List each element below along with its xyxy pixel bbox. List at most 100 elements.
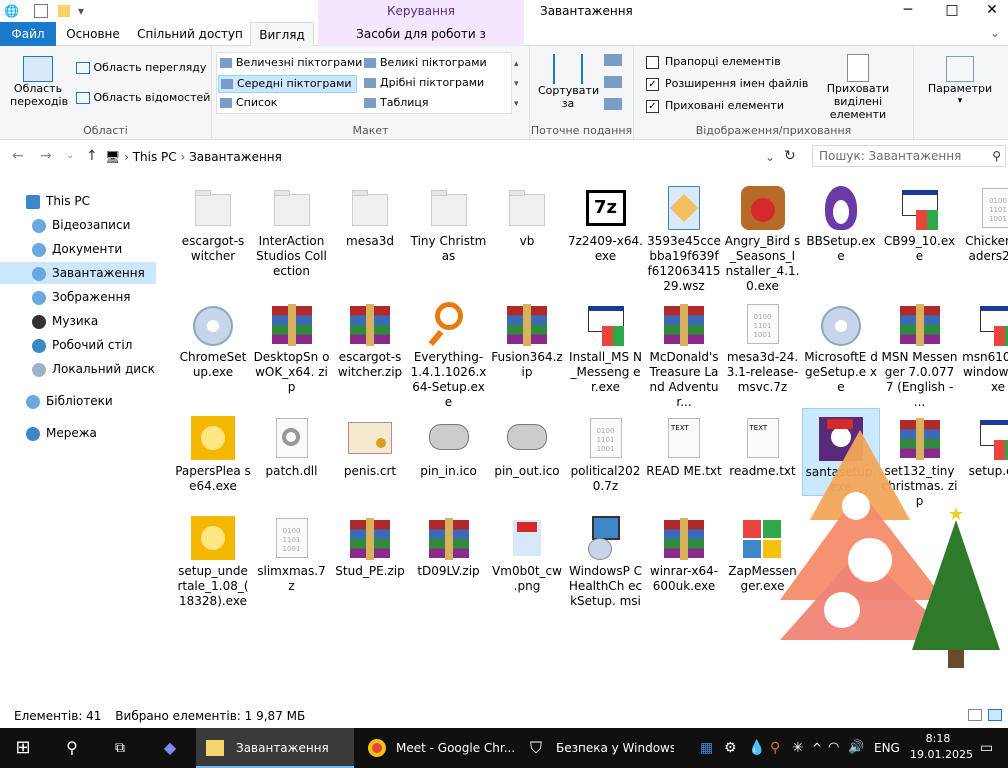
properties-icon[interactable] [34,4,48,18]
minimize-icon[interactable]: ─ [894,2,922,18]
address-dropdown-icon[interactable]: ⌄ [765,146,775,168]
add-columns-icon[interactable] [604,76,622,88]
breadcrumb-downloads[interactable]: Завантаження [189,150,282,164]
file-item[interactable]: 0100 1101 1001 political202 0.7z [567,408,645,494]
help-chevron-icon[interactable]: ⌄ [990,26,1000,40]
file-item[interactable]: MSN Messenger 7.0.0777 (English - ... [881,294,959,410]
forward-arrow-icon[interactable]: → [40,148,52,164]
new-folder-icon[interactable] [58,5,70,17]
file-item[interactable]: 010011011001ChickenInv aders2.7z [959,178,1008,264]
nav-this-pc[interactable]: This PC [0,190,156,212]
taskbar-app-chrome[interactable]: Meet - Google Chr... [356,728,514,768]
back-arrow-icon[interactable]: ← [12,148,24,164]
file-item[interactable]: Tiny Christmas [410,178,488,264]
search-input[interactable]: Пошук: Завантаження ⚲ [812,145,1006,167]
nav-pane-button[interactable]: Область переходів [10,56,68,108]
close-icon[interactable]: ✕ [978,2,1006,18]
group-by-icon[interactable] [604,54,622,66]
gallery-scroll-icon[interactable]: ▴ ▾ ▾ [514,54,519,114]
large-icons-view-icon[interactable] [988,709,1002,721]
file-item[interactable]: pin_in.ico [410,408,488,479]
item-checkboxes-toggle[interactable]: Прапорці елементів [646,54,781,70]
nav-videos[interactable]: Відеозаписи [0,214,156,236]
item-checkboxes-checkbox[interactable] [646,55,659,69]
tab-view[interactable]: Вигляд [250,22,314,47]
tray-snowflake-icon[interactable]: ✳ [792,728,804,768]
file-item[interactable]: winrar-x64- 600uk.exe [645,508,723,594]
maximize-icon[interactable]: □ [938,2,966,18]
tab-app-tools[interactable]: Засоби для роботи з програмами [318,22,524,65]
file-item[interactable]: Stud_PE.zip [331,508,409,579]
layout-extra-large[interactable]: Величезні піктограми [220,55,362,71]
file-item[interactable]: McDonald's Treasure Land Adventur... [645,294,723,410]
file-item[interactable]: msn61015 -windowsx exe [959,294,1008,395]
file-item[interactable]: vb [488,178,566,249]
file-item[interactable]: escargot-s witcher [174,178,252,264]
nav-network[interactable]: Мережа [0,422,156,444]
file-item[interactable]: pin_out.ico [488,408,566,479]
nav-music[interactable]: Музика [0,310,156,332]
nav-libraries[interactable]: Бібліотеки [0,390,156,412]
hidden-items-toggle[interactable]: ✓ Приховані елементи [646,98,784,114]
sort-by-button[interactable]: Сортувати за [538,54,599,110]
nav-desktop[interactable]: Робочий стіл [0,334,156,356]
size-columns-icon[interactable] [604,98,622,110]
file-item[interactable]: BBSetup.ex e [802,178,880,264]
file-item[interactable]: setup_unde rtale_1.08_( 18328).exe [174,508,252,609]
file-item[interactable]: ChromeSet up.exe [174,294,252,380]
address-path[interactable]: 🖥 › This PC › Завантаження ⌄ [104,145,780,167]
file-item[interactable]: patch.dll [253,408,331,479]
search-taskbar-icon[interactable]: ⚲ [50,728,94,768]
taskbar-app-security[interactable]: ⛉ Безпека у Windows [516,728,674,768]
tab-file[interactable]: Файл [0,22,56,46]
tray-drop-icon[interactable]: 💧 [748,728,765,768]
refresh-icon[interactable]: ↻ [784,148,796,164]
file-item[interactable]: Install_MS N_Messeng er.exe [567,294,645,395]
file-item[interactable]: CB99_10.ex e [881,178,959,264]
volume-icon[interactable]: 🔊 [848,728,864,768]
copilot-icon[interactable]: ◆ [148,728,192,768]
file-item[interactable]: Vm0b0t_cw .png [488,508,566,594]
preview-pane-button[interactable]: Область перегляду [76,60,206,76]
file-item[interactable]: escargot-s witcher.zip [331,294,409,380]
file-item[interactable]: PapersPlea se64.exe [174,408,252,494]
nav-pictures[interactable]: Зображення [0,286,156,308]
tab-home[interactable]: Основне [58,22,128,46]
file-item[interactable]: MicrosoftE dgeSetup.e xe [802,294,880,395]
file-item[interactable]: WindowsP CHealthCh eckSetup. msi [567,508,645,609]
layout-large[interactable]: Великі піктограми [364,55,487,71]
details-pane-button[interactable]: Область відомостей [76,90,210,106]
file-item[interactable]: InterAction Studios Collection [253,178,331,279]
file-item[interactable]: DesktopSn owOK_x64. zip [253,294,331,395]
file-item[interactable]: tD09LV.zip [410,508,488,579]
hide-selected-button[interactable]: Приховати виділені елементи [806,54,910,121]
file-item[interactable]: Everything- 1.4.1.1026.x 64-Setup.ex e [410,294,488,410]
nav-downloads[interactable]: Завантаження [0,262,156,284]
layout-list[interactable]: Список [220,95,277,111]
layout-medium[interactable]: Середні піктограми [218,75,357,93]
file-item[interactable]: 0100 1101 1001 mesa3d-24. 3.1-release- msvc… [724,294,802,395]
file-item[interactable]: mesa3d [331,178,409,249]
file-item[interactable]: 0100 1101 1001 slimxmas.7 z [253,508,331,594]
tray-apps-icon[interactable]: ▦ [700,728,713,768]
layout-details[interactable]: Таблиця [364,95,429,111]
file-item[interactable]: Angry_Bird s_Seasons_I nstaller_4.1. 0.e… [724,178,802,294]
hidden-items-checkbox[interactable]: ✓ [646,99,659,113]
qat-chevron-icon[interactable]: ▾ [78,3,84,19]
notifications-icon[interactable]: ▭ [980,728,993,768]
recent-chevron-icon[interactable]: ⌄ [66,150,74,161]
language-indicator[interactable]: ENG [874,728,900,768]
tray-network-icon[interactable]: ⚙ [724,728,737,768]
task-view-icon[interactable]: ⧉ [98,728,142,768]
file-item[interactable]: 3593e45cce bba19f639f f612063415 29.wsz [645,178,723,294]
tray-expand-icon[interactable]: ^ [812,728,822,768]
extensions-checkbox[interactable]: ✓ [646,77,659,91]
extensions-toggle[interactable]: ✓ Розширення імен файлів [646,76,808,92]
tab-share[interactable]: Спільний доступ [132,22,248,46]
options-button[interactable]: Параметри ▾ [920,56,1000,108]
file-item[interactable]: Fusion364.z ip [488,294,566,380]
file-item[interactable]: 7z 7z2409-x64. exe [567,178,645,264]
nav-local-disk[interactable]: Локальний диск (C [0,358,156,380]
up-arrow-icon[interactable]: ↑ [86,148,98,164]
tray-search-icon[interactable]: ⚲ [770,728,780,768]
